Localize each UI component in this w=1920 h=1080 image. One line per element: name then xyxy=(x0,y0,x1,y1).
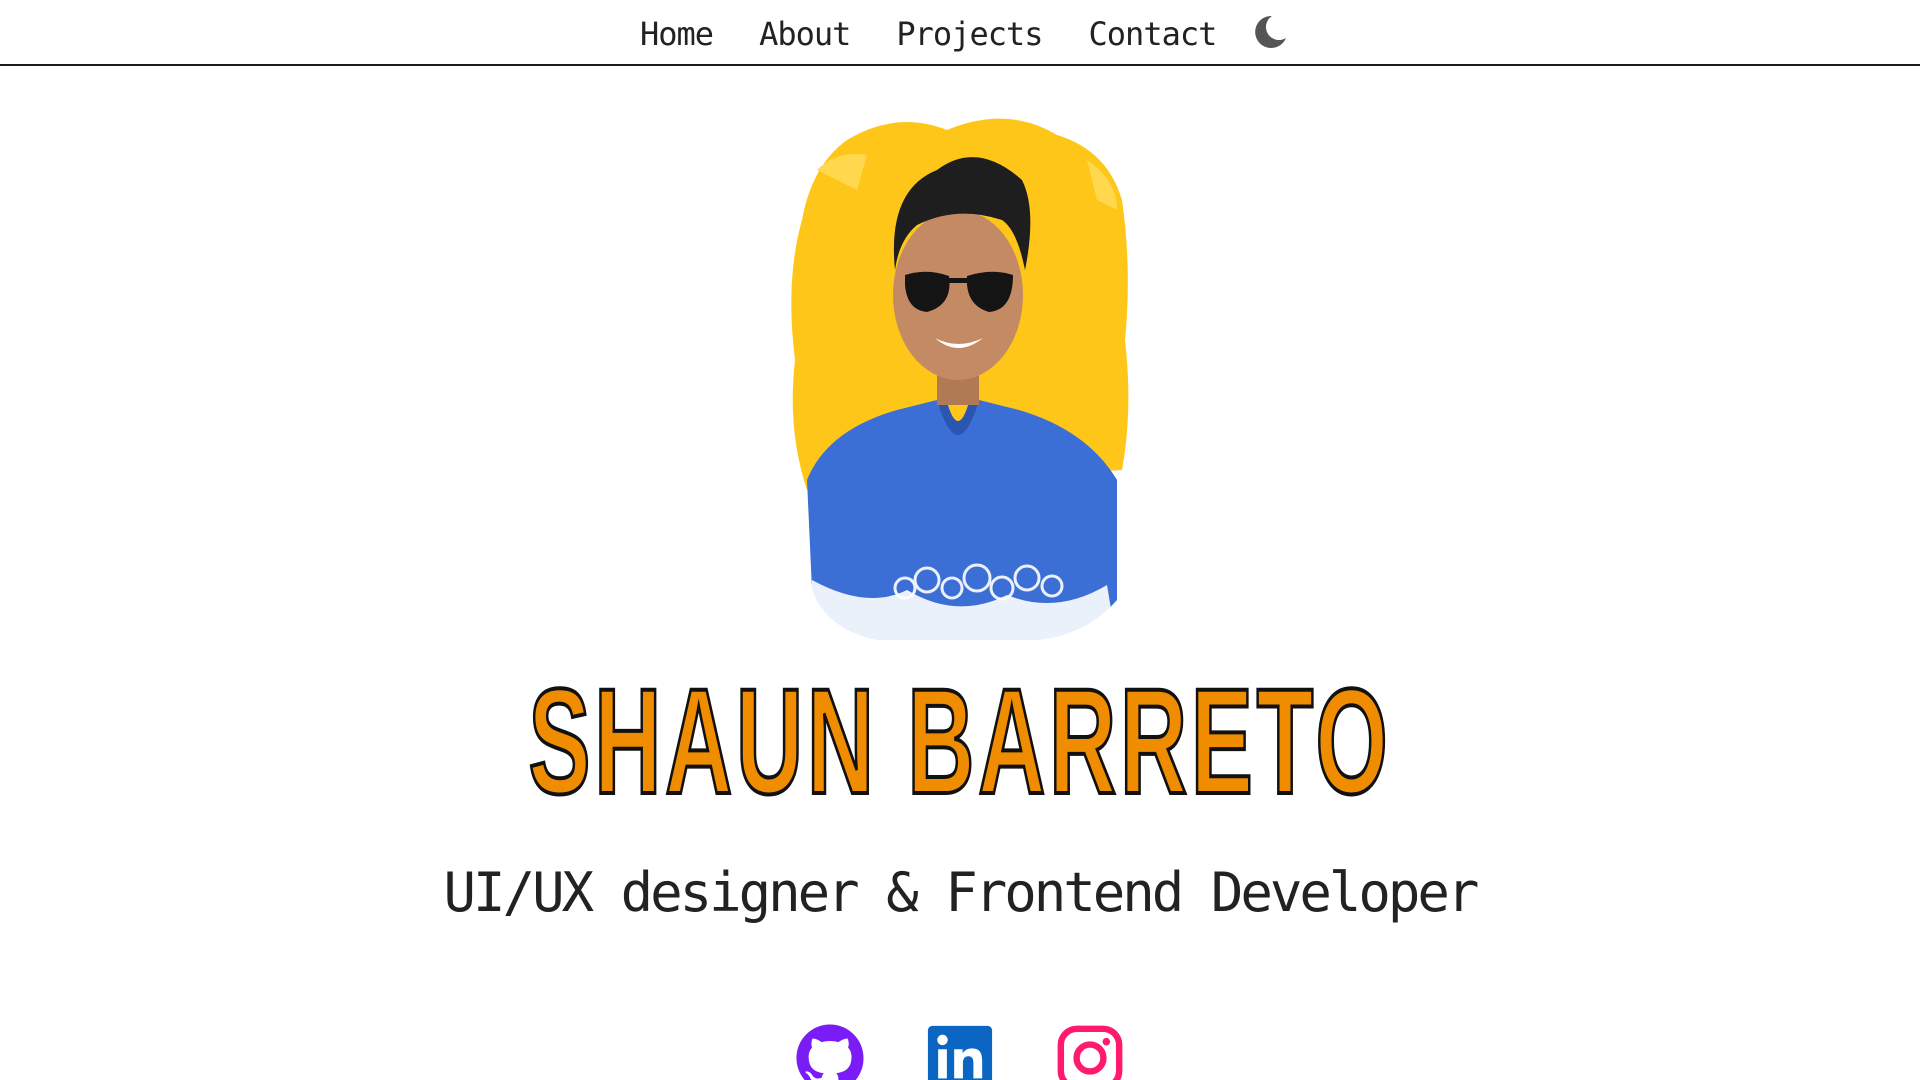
github-link[interactable] xyxy=(795,1021,865,1080)
linkedin-link[interactable] xyxy=(925,1021,995,1080)
profile-photo xyxy=(787,110,1129,645)
nav-links: Home About Projects Contact xyxy=(640,10,1262,58)
nav-link-contact[interactable]: Contact xyxy=(1089,15,1218,53)
github-icon xyxy=(796,1024,864,1080)
nav-link-home[interactable]: Home xyxy=(640,15,714,53)
top-navbar: Home About Projects Contact xyxy=(0,0,1920,66)
instagram-link[interactable] xyxy=(1055,1021,1125,1080)
instagram-icon xyxy=(1057,1025,1123,1080)
hero-tagline: UI/UX designer & Frontend Developer xyxy=(443,861,1480,924)
hero-name: SHAUN BARRETO xyxy=(527,657,1392,825)
moon-icon xyxy=(1255,15,1286,48)
theme-toggle-button[interactable] xyxy=(1250,12,1290,52)
nav-link-projects[interactable]: Projects xyxy=(896,15,1043,53)
nav-link-about[interactable]: About xyxy=(759,15,851,53)
social-links xyxy=(0,1021,1920,1080)
linkedin-icon xyxy=(927,1025,993,1080)
